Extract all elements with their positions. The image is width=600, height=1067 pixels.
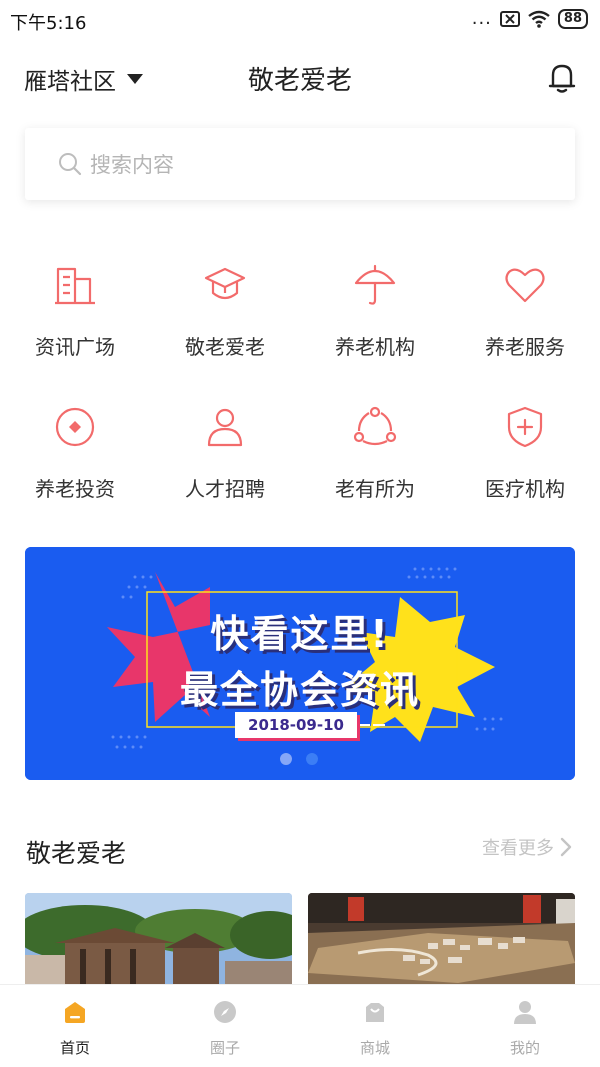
tab-circle[interactable]: 圈子 [150, 985, 300, 1067]
section-title: 敬老爱老 [26, 839, 127, 868]
category-label: 养老投资 [35, 477, 115, 501]
notification-button[interactable] [548, 62, 576, 98]
tab-mine[interactable]: 我的 [450, 985, 600, 1067]
category-label: 人才招聘 [185, 477, 265, 501]
compass-icon [214, 1001, 236, 1023]
article-photo [25, 893, 292, 985]
wifi-icon [528, 10, 550, 28]
network-icon [353, 406, 397, 446]
category-respect-elderly[interactable]: 敬老爱老 [150, 255, 300, 397]
tab-label: 商城 [359, 1039, 390, 1057]
article-card[interactable] [25, 893, 292, 985]
view-more-link[interactable]: 查看更多 [482, 834, 572, 860]
coin-icon [55, 407, 95, 447]
tab-shop[interactable]: 商城 [300, 985, 450, 1067]
category-label: 敬老爱老 [185, 335, 265, 359]
heart-icon [505, 268, 545, 303]
banner-pagination[interactable] [280, 753, 318, 765]
search-input[interactable]: 搜索内容 [90, 149, 174, 179]
banner-headline: 快看这里! [210, 612, 390, 656]
graduation-cap-icon [204, 267, 246, 300]
article-cards [25, 893, 575, 985]
tab-label: 首页 [59, 1039, 90, 1057]
tab-label: 圈子 [209, 1039, 240, 1057]
promo-banner[interactable]: 快看这里! 最全协会资讯 2018-09-10 [25, 547, 575, 780]
user-icon [514, 1001, 536, 1024]
building-icon [55, 267, 95, 305]
home-icon [65, 1002, 85, 1023]
banner-subheadline: 最全协会资讯 [179, 668, 420, 712]
status-time: 下午5:16 [10, 13, 87, 34]
medical-shield-icon [507, 406, 543, 448]
article-card[interactable] [308, 893, 575, 985]
person-icon [207, 408, 243, 447]
banner-dot[interactable] [280, 753, 292, 765]
view-more-label: 查看更多 [482, 838, 554, 859]
category-label: 养老服务 [485, 335, 565, 359]
category-label: 老有所为 [335, 477, 415, 501]
battery-indicator: 88 [557, 9, 588, 29]
category-elderly-investment[interactable]: 养老投资 [0, 397, 150, 539]
category-medical-institutions[interactable]: 医疗机构 [450, 397, 600, 539]
category-label: 医疗机构 [485, 477, 565, 501]
status-bar: 下午5:16 ... 88 [0, 0, 600, 40]
banner-dot-active[interactable] [306, 753, 318, 765]
search-bar[interactable]: 搜索内容 [25, 128, 575, 200]
category-elderly-institutions[interactable]: 养老机构 [300, 255, 450, 397]
category-info-square[interactable]: 资讯广场 [0, 255, 150, 397]
status-icons: ... 88 [472, 9, 588, 29]
banner-date: 2018-09-10 [235, 712, 357, 738]
category-label: 资讯广场 [35, 335, 115, 359]
bottom-tab-bar: 首页 圈子 商城 我的 [0, 984, 600, 1067]
category-talent-recruitment[interactable]: 人才招聘 [150, 397, 300, 539]
tab-label: 我的 [509, 1039, 540, 1057]
more-dots-icon: ... [471, 8, 492, 29]
category-elderly-contribution[interactable]: 老有所为 [300, 397, 450, 539]
header: 雁塔社区 敬老爱老 [0, 48, 600, 108]
page-title: 敬老爱老 [247, 66, 352, 96]
article-photo [308, 893, 575, 985]
category-grid: 资讯广场 敬老爱老 养老机构 养老服务 养老投资 人才招聘 老有所为 医疗机构 [0, 255, 600, 539]
umbrella-icon [354, 264, 396, 305]
category-label: 养老机构 [335, 335, 415, 359]
search-icon [59, 153, 82, 176]
sim-icon [499, 11, 520, 27]
tab-home[interactable]: 首页 [0, 985, 150, 1067]
chevron-right-icon [560, 837, 572, 857]
category-elderly-services[interactable]: 养老服务 [450, 255, 600, 397]
bell-icon [548, 64, 576, 93]
shop-bag-icon [366, 1003, 384, 1022]
